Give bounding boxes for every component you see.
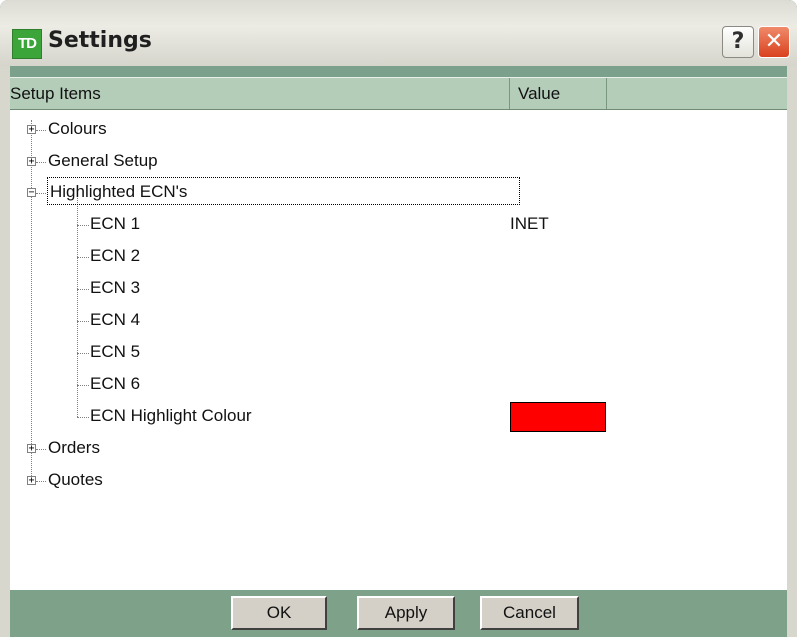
tree-item-ecn-1[interactable]: ECN 1 INET xyxy=(10,209,787,241)
tree-item-label: ECN Highlight Colour xyxy=(90,406,252,425)
settings-dialog: TD Settings ? ✕ Setup Items Value + Colo… xyxy=(0,0,797,637)
tree-item-label: Orders xyxy=(48,438,100,457)
collapse-minus-icon[interactable]: − xyxy=(27,188,36,198)
tree-item-colours[interactable]: + Colours xyxy=(10,114,787,146)
tree-connector xyxy=(77,289,89,290)
tree-item-label: ECN 4 xyxy=(90,310,141,329)
window-title: Settings xyxy=(48,28,152,53)
column-header: Setup Items Value xyxy=(10,77,787,110)
tree-item-label: ECN 2 xyxy=(90,246,141,265)
tree-item-label: General Setup xyxy=(48,151,158,170)
title-bar[interactable]: TD Settings ? ✕ xyxy=(0,0,797,66)
tree-item-label: ECN 3 xyxy=(90,278,141,297)
tree-connector xyxy=(36,481,46,482)
tree-item-ecn-6[interactable]: ECN 6 xyxy=(10,369,787,401)
tree-item-ecn-5[interactable]: ECN 5 xyxy=(10,337,787,369)
colour-swatch[interactable] xyxy=(510,402,606,432)
tree-item-general-setup[interactable]: + General Setup xyxy=(10,146,787,178)
tree-item-value[interactable]: INET xyxy=(510,214,549,234)
tree-item-label: ECN 6 xyxy=(90,374,141,393)
cancel-button[interactable]: Cancel xyxy=(480,596,579,630)
tree-item-quotes[interactable]: + Quotes xyxy=(10,465,787,497)
tree-connector xyxy=(77,417,89,418)
column-header-empty[interactable] xyxy=(607,78,787,109)
tree-item-label: Colours xyxy=(48,119,107,138)
tree-item-label: ECN 5 xyxy=(90,342,141,361)
column-header-value[interactable]: Value xyxy=(510,78,607,109)
window-frame-left xyxy=(0,66,10,637)
ok-button[interactable]: OK xyxy=(231,596,327,630)
apply-button[interactable]: Apply xyxy=(357,596,455,630)
tree-item-label: Highlighted ECN's xyxy=(50,182,188,201)
expand-plus-icon[interactable]: + xyxy=(27,476,36,486)
tree-item-ecn-3[interactable]: ECN 3 xyxy=(10,273,787,305)
tree-item-orders[interactable]: + Orders xyxy=(10,433,787,465)
tree-connector xyxy=(77,385,89,386)
tree-item-label: Quotes xyxy=(48,470,103,489)
tree-connector xyxy=(36,193,46,194)
tree-connector xyxy=(36,162,46,163)
settings-tree: + Colours + General Setup − Highlighted … xyxy=(10,110,787,590)
tree-connector xyxy=(36,130,46,131)
tree-item-highlighted-ecns[interactable]: − Highlighted ECN's xyxy=(10,177,787,209)
tree-item-label: ECN 1 xyxy=(90,214,141,233)
help-button[interactable]: ? xyxy=(722,26,754,58)
tree-connector xyxy=(77,321,89,322)
column-header-setup-items[interactable]: Setup Items xyxy=(10,78,510,109)
expand-plus-icon[interactable]: + xyxy=(27,444,36,454)
tree-item-ecn-2[interactable]: ECN 2 xyxy=(10,241,787,273)
close-button[interactable]: ✕ xyxy=(758,26,790,58)
tree-connector xyxy=(36,449,46,450)
tree-connector xyxy=(77,353,89,354)
tree-connector xyxy=(77,225,89,226)
tree-connector xyxy=(77,257,89,258)
td-logo-icon: TD xyxy=(12,29,42,59)
tree-item-ecn-4[interactable]: ECN 4 xyxy=(10,305,787,337)
expand-plus-icon[interactable]: + xyxy=(27,125,36,135)
window-frame-right xyxy=(787,66,797,637)
button-bar: OK Apply Cancel xyxy=(10,590,787,637)
tree-item-ecn-highlight-colour[interactable]: ECN Highlight Colour xyxy=(10,401,787,433)
expand-plus-icon[interactable]: + xyxy=(27,157,36,167)
